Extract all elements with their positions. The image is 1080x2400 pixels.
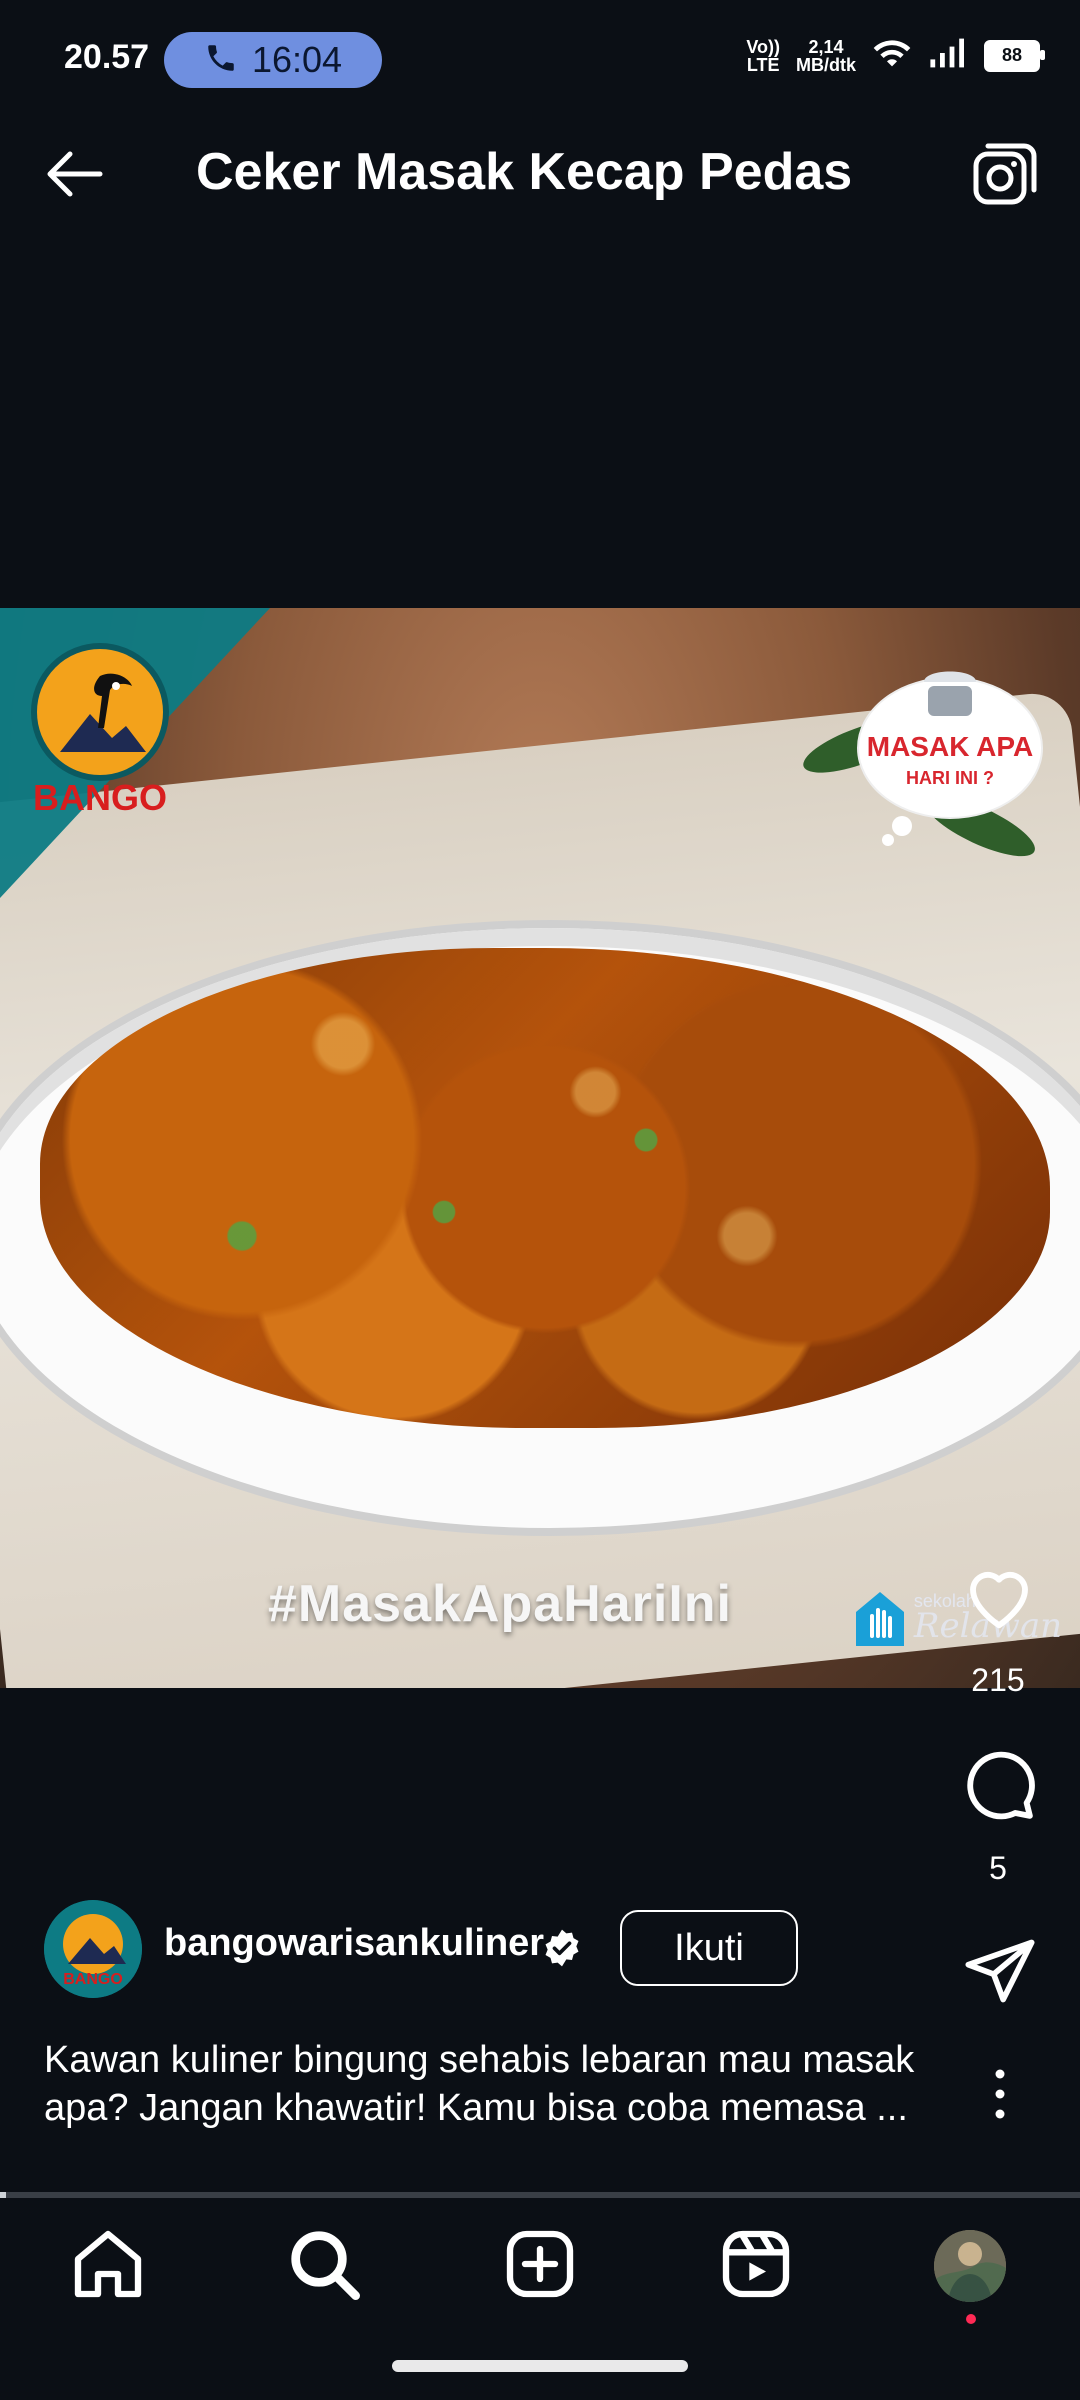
heart-icon bbox=[970, 1571, 1028, 1629]
ongoing-call-pill[interactable]: 16:04 bbox=[164, 32, 382, 88]
reel-video[interactable]: BANGO MASAK APA HARI INI ? #MasakApaHari… bbox=[0, 608, 1080, 1688]
more-options-button[interactable] bbox=[992, 2064, 1008, 2124]
nav-reels-button[interactable] bbox=[716, 2224, 796, 2304]
camera-icon bbox=[973, 143, 1037, 205]
nav-home-button[interactable] bbox=[68, 2224, 148, 2304]
bango-logo-text: BANGO bbox=[33, 777, 167, 818]
comment-count: 5 bbox=[989, 1850, 1007, 1886]
relawan-hand-icon bbox=[855, 1592, 904, 1646]
comment-icon bbox=[967, 1751, 1035, 1820]
author-avatar-text: BANGO bbox=[63, 1971, 123, 1988]
status-time: 20.57 bbox=[64, 38, 150, 76]
nav-profile-avatar[interactable] bbox=[934, 2230, 1006, 2302]
top-bar: Ceker Masak Kecap Pedas bbox=[0, 120, 1080, 230]
author-avatar[interactable]: BANGO bbox=[44, 1900, 142, 1998]
volte-indicator: Vo)) LTE bbox=[746, 36, 780, 75]
back-button[interactable] bbox=[40, 144, 120, 204]
masak-apa-logo: MASAK APA HARI INI ? bbox=[850, 638, 1050, 848]
signal-icon bbox=[928, 37, 968, 74]
reels-icon bbox=[722, 2230, 790, 2298]
wifi-icon bbox=[872, 36, 912, 75]
back-arrow-icon bbox=[47, 151, 103, 197]
battery-icon: 88 bbox=[984, 39, 1045, 72]
nav-create-button[interactable] bbox=[500, 2224, 580, 2304]
masak-apa-logo-line1: MASAK APA bbox=[867, 731, 1033, 762]
like-count: 215 bbox=[971, 1662, 1025, 1698]
post-caption[interactable]: Kawan kuliner bingung sehabis lebaran ma… bbox=[44, 2036, 944, 2132]
masak-apa-logo-line2: HARI INI ? bbox=[906, 768, 994, 788]
page-title: Ceker Masak Kecap Pedas bbox=[196, 143, 853, 201]
add-post-icon bbox=[506, 2230, 574, 2298]
share-button[interactable] bbox=[962, 1936, 1038, 2006]
more-vertical-icon bbox=[995, 2069, 1005, 2119]
search-icon bbox=[291, 2231, 360, 2300]
network-speed: 2,14 MB/dtk bbox=[796, 36, 856, 75]
camera-button[interactable] bbox=[970, 140, 1040, 210]
video-food-dish bbox=[40, 948, 1050, 1428]
notification-dot bbox=[966, 2314, 976, 2324]
status-indicators: Vo)) LTE 2,14 MB/dtk 88 bbox=[746, 36, 1045, 75]
status-bar: 20.57 16:04 Vo)) LTE 2,14 MB/dtk 88 bbox=[0, 0, 1080, 92]
home-indicator[interactable] bbox=[392, 2360, 688, 2372]
send-icon bbox=[965, 1939, 1035, 2003]
battery-level: 88 bbox=[1001, 45, 1023, 65]
phone-icon bbox=[204, 41, 238, 80]
bango-logo: BANGO bbox=[30, 642, 170, 822]
verified-badge-icon bbox=[542, 1928, 582, 1968]
call-duration: 16:04 bbox=[251, 39, 343, 80]
nav-search-button[interactable] bbox=[284, 2224, 364, 2304]
home-icon bbox=[74, 2230, 142, 2298]
follow-button[interactable]: Ikuti bbox=[620, 1910, 798, 1986]
comment-button[interactable] bbox=[960, 1746, 1038, 1824]
author-username[interactable]: bangowarisankuliner bbox=[164, 1922, 544, 1965]
like-button[interactable] bbox=[960, 1560, 1038, 1632]
